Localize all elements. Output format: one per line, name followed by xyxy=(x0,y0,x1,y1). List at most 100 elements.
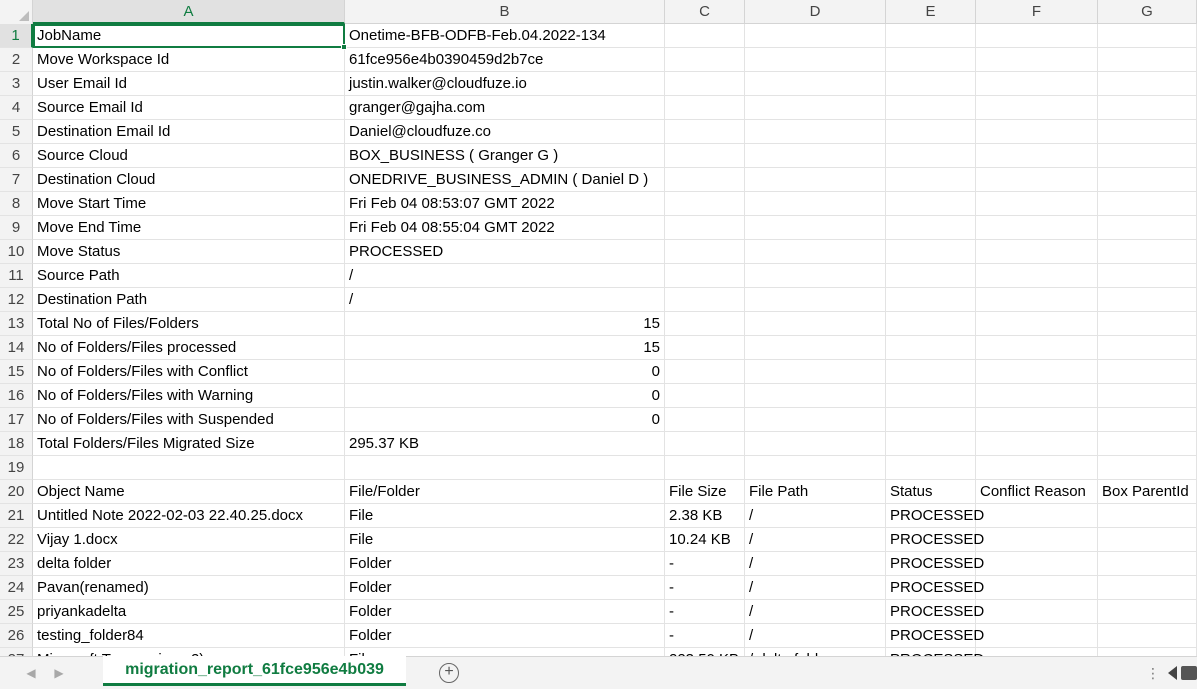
cell-e5[interactable] xyxy=(886,120,976,144)
row-header[interactable]: 9 xyxy=(0,216,33,240)
cell-g13[interactable] xyxy=(1098,312,1197,336)
cell-a8[interactable]: Move Start Time xyxy=(33,192,345,216)
cell-e15[interactable] xyxy=(886,360,976,384)
cell-a18[interactable]: Total Folders/Files Migrated Size xyxy=(33,432,345,456)
cell-c20[interactable]: File Size xyxy=(665,480,745,504)
cell-g9[interactable] xyxy=(1098,216,1197,240)
cell-a19[interactable] xyxy=(33,456,345,480)
cell-a7[interactable]: Destination Cloud xyxy=(33,168,345,192)
cell-b1[interactable]: Onetime-BFB-ODFB-Feb.04.2022-134 xyxy=(345,24,665,48)
cell-d12[interactable] xyxy=(745,288,886,312)
row-header[interactable]: 21 xyxy=(0,504,33,528)
cell-f24[interactable] xyxy=(976,576,1098,600)
cell-c23[interactable]: - xyxy=(665,552,745,576)
cell-f26[interactable] xyxy=(976,624,1098,648)
cell-a3[interactable]: User Email Id xyxy=(33,72,345,96)
cell-g7[interactable] xyxy=(1098,168,1197,192)
cell-b13[interactable]: 15 xyxy=(345,312,665,336)
cell-g8[interactable] xyxy=(1098,192,1197,216)
cell-c24[interactable]: - xyxy=(665,576,745,600)
cell-d7[interactable] xyxy=(745,168,886,192)
cell-d11[interactable] xyxy=(745,264,886,288)
cell-a1[interactable]: JobName xyxy=(33,24,345,48)
cell-c16[interactable] xyxy=(665,384,745,408)
cell-a20[interactable]: Object Name xyxy=(33,480,345,504)
cell-e18[interactable] xyxy=(886,432,976,456)
cell-d26[interactable]: / xyxy=(745,624,886,648)
cell-f18[interactable] xyxy=(976,432,1098,456)
cell-b14[interactable]: 15 xyxy=(345,336,665,360)
cell-b22[interactable]: File xyxy=(345,528,665,552)
row-header[interactable]: 1 xyxy=(0,24,33,48)
add-sheet-icon[interactable]: + xyxy=(439,663,459,683)
cell-g17[interactable] xyxy=(1098,408,1197,432)
cell-b25[interactable]: Folder xyxy=(345,600,665,624)
column-header-a[interactable]: A xyxy=(33,0,345,24)
cell-g27[interactable] xyxy=(1098,648,1197,656)
cell-f11[interactable] xyxy=(976,264,1098,288)
cell-e11[interactable] xyxy=(886,264,976,288)
cell-f17[interactable] xyxy=(976,408,1098,432)
row-header[interactable]: 12 xyxy=(0,288,33,312)
row-header[interactable]: 5 xyxy=(0,120,33,144)
cell-c14[interactable] xyxy=(665,336,745,360)
select-all-corner[interactable] xyxy=(0,0,33,24)
cell-g6[interactable] xyxy=(1098,144,1197,168)
cell-g10[interactable] xyxy=(1098,240,1197,264)
cell-e24[interactable]: PROCESSED xyxy=(886,576,984,600)
cell-d2[interactable] xyxy=(745,48,886,72)
column-header-e[interactable]: E xyxy=(886,0,976,24)
cell-e3[interactable] xyxy=(886,72,976,96)
cell-c25[interactable]: - xyxy=(665,600,745,624)
cell-f3[interactable] xyxy=(976,72,1098,96)
cell-d18[interactable] xyxy=(745,432,886,456)
cell-e2[interactable] xyxy=(886,48,976,72)
cell-e27[interactable]: PROCESSED xyxy=(886,648,984,656)
cell-g12[interactable] xyxy=(1098,288,1197,312)
cell-e12[interactable] xyxy=(886,288,976,312)
cell-g23[interactable] xyxy=(1098,552,1197,576)
cell-a14[interactable]: No of Folders/Files processed xyxy=(33,336,345,360)
cell-f2[interactable] xyxy=(976,48,1098,72)
cell-a6[interactable]: Source Cloud xyxy=(33,144,345,168)
row-header[interactable]: 16 xyxy=(0,384,33,408)
cell-d16[interactable] xyxy=(745,384,886,408)
cell-d14[interactable] xyxy=(745,336,886,360)
cell-c6[interactable] xyxy=(665,144,745,168)
cell-f20[interactable]: Conflict Reason xyxy=(976,480,1098,504)
cell-g16[interactable] xyxy=(1098,384,1197,408)
row-header[interactable]: 23 xyxy=(0,552,33,576)
row-header[interactable]: 22 xyxy=(0,528,33,552)
cell-f22[interactable] xyxy=(976,528,1098,552)
row-header[interactable]: 14 xyxy=(0,336,33,360)
cell-g20[interactable]: Box ParentId xyxy=(1098,480,1197,504)
cell-d9[interactable] xyxy=(745,216,886,240)
cell-f15[interactable] xyxy=(976,360,1098,384)
cell-b18[interactable]: 295.37 KB xyxy=(345,432,665,456)
column-header-f[interactable]: F xyxy=(976,0,1098,24)
cell-a13[interactable]: Total No of Files/Folders xyxy=(33,312,345,336)
cell-b16[interactable]: 0 xyxy=(345,384,665,408)
cell-d1[interactable] xyxy=(745,24,886,48)
cell-a2[interactable]: Move Workspace Id xyxy=(33,48,345,72)
cell-g21[interactable] xyxy=(1098,504,1197,528)
row-header[interactable]: 10 xyxy=(0,240,33,264)
row-header[interactable]: 4 xyxy=(0,96,33,120)
cell-d24[interactable]: / xyxy=(745,576,886,600)
cell-b6[interactable]: BOX_BUSINESS ( Granger G ) xyxy=(345,144,665,168)
cell-d22[interactable]: / xyxy=(745,528,886,552)
cell-e22[interactable]: PROCESSED xyxy=(886,528,984,552)
cell-c21[interactable]: 2.38 KB xyxy=(665,504,745,528)
cell-c27[interactable]: 223.50 KB xyxy=(665,648,745,656)
cell-f5[interactable] xyxy=(976,120,1098,144)
cell-e9[interactable] xyxy=(886,216,976,240)
nav-prev-icon[interactable]: ◀ xyxy=(24,665,38,681)
row-header[interactable]: 15 xyxy=(0,360,33,384)
cell-a26[interactable]: testing_folder84 xyxy=(33,624,345,648)
cell-f16[interactable] xyxy=(976,384,1098,408)
cell-d20[interactable]: File Path xyxy=(745,480,886,504)
cell-f1[interactable] xyxy=(976,24,1098,48)
cell-a4[interactable]: Source Email Id xyxy=(33,96,345,120)
cell-e17[interactable] xyxy=(886,408,976,432)
cell-b26[interactable]: Folder xyxy=(345,624,665,648)
